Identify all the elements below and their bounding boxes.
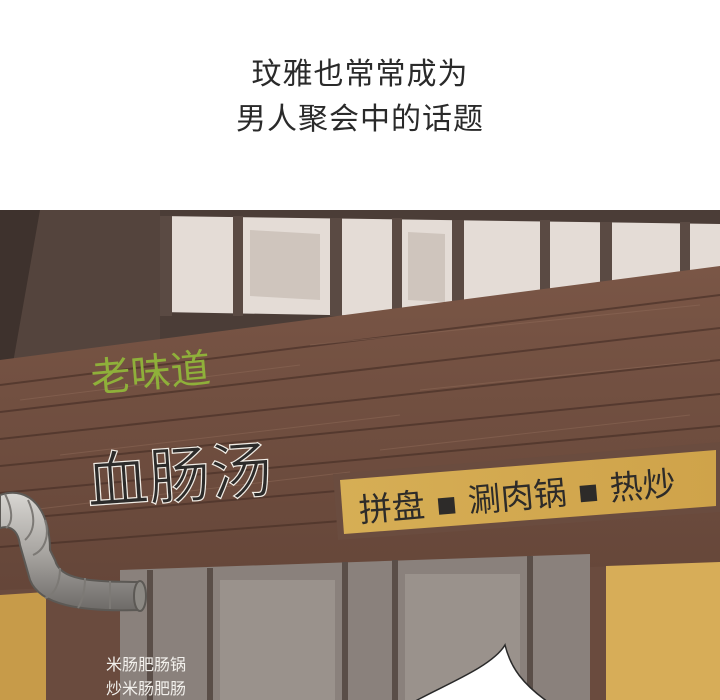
caption-text: 玟雅也常常成为 男人聚会中的话题 [0, 52, 720, 142]
restaurant-scene-illustration: 老味道 血肠汤 拼盘 ▪ 涮肉锅 ▪ 热炒 米肠肥肠锅 炒米肠肥肠 [0, 210, 720, 700]
window-menu-line-1: 米肠肥肠锅 [106, 655, 186, 674]
sign-main-text: 血肠汤 [84, 433, 275, 519]
caption-line-1: 玟雅也常常成为 [251, 57, 469, 92]
comic-page: 玟雅也常常成为 男人聚会中的话题 老味道 血肠汤 拼盘 ▪ 涮肉锅 ▪ 热炒 米… [0, 0, 720, 700]
caption-line-2: 男人聚会中的话题 [236, 102, 484, 137]
window-menu-line-2: 炒米肠肥肠 [106, 679, 186, 698]
